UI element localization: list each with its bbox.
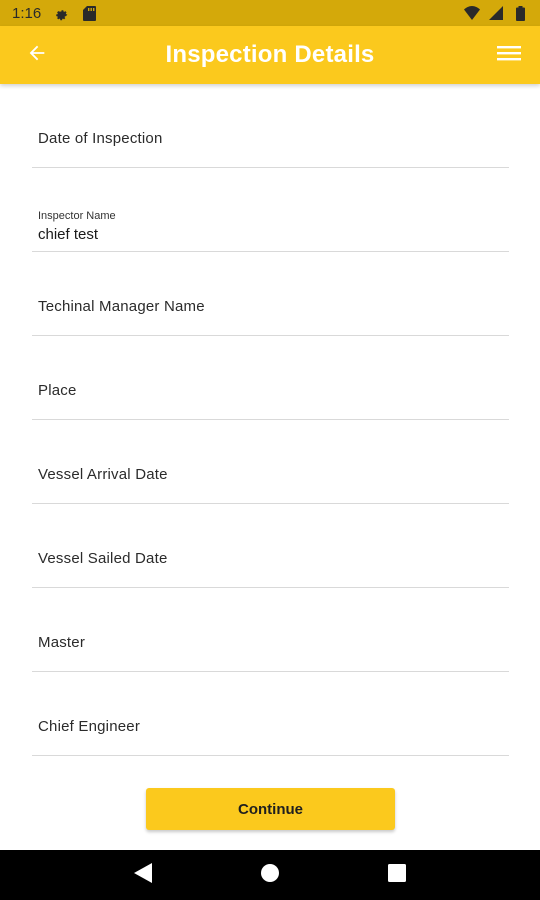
inspector-name-field[interactable]: Inspector Name chief test (32, 168, 509, 252)
technical-manager-name-field[interactable]: Techinal Manager Name (32, 252, 509, 336)
field-value: chief test (38, 226, 99, 243)
status-bar: 1:16 (0, 0, 540, 26)
nav-home-button[interactable] (250, 855, 290, 895)
home-circle-icon (260, 863, 280, 888)
back-triangle-icon (134, 862, 153, 888)
sd-card-icon (81, 5, 97, 21)
field-label: Place (38, 382, 77, 399)
chief-engineer-field[interactable]: Chief Engineer (32, 672, 509, 756)
status-time: 1:16 (12, 4, 42, 22)
date-of-inspection-field[interactable]: Date of Inspection (32, 84, 509, 168)
vessel-arrival-date-field[interactable]: Vessel Arrival Date (32, 420, 509, 504)
master-field[interactable]: Master (32, 588, 509, 672)
place-field[interactable]: Place (32, 336, 509, 420)
recents-square-icon (387, 863, 406, 887)
battery-icon (512, 5, 528, 21)
nav-back-button[interactable] (123, 855, 163, 895)
nav-recents-button[interactable] (377, 855, 417, 895)
app-bar: Inspection Details (0, 26, 540, 84)
field-label: Techinal Manager Name (38, 298, 205, 315)
field-label: Date of Inspection (38, 130, 163, 147)
page-title: Inspection Details (165, 41, 375, 68)
gear-icon (53, 5, 69, 21)
field-label: Inspector Name (38, 210, 116, 222)
field-label: Vessel Sailed Date (38, 550, 168, 567)
inspection-form: Date of Inspection Inspector Name chief … (32, 84, 509, 756)
field-label: Master (38, 634, 86, 651)
continue-button[interactable]: Continue (146, 788, 395, 830)
menu-button[interactable] (494, 40, 524, 70)
system-nav-bar (0, 850, 540, 900)
field-label: Chief Engineer (38, 718, 141, 735)
vessel-sailed-date-field[interactable]: Vessel Sailed Date (32, 504, 509, 588)
field-label: Vessel Arrival Date (38, 466, 168, 483)
hamburger-menu-icon (497, 44, 521, 67)
signal-icon (488, 5, 504, 21)
wifi-icon (464, 5, 480, 21)
